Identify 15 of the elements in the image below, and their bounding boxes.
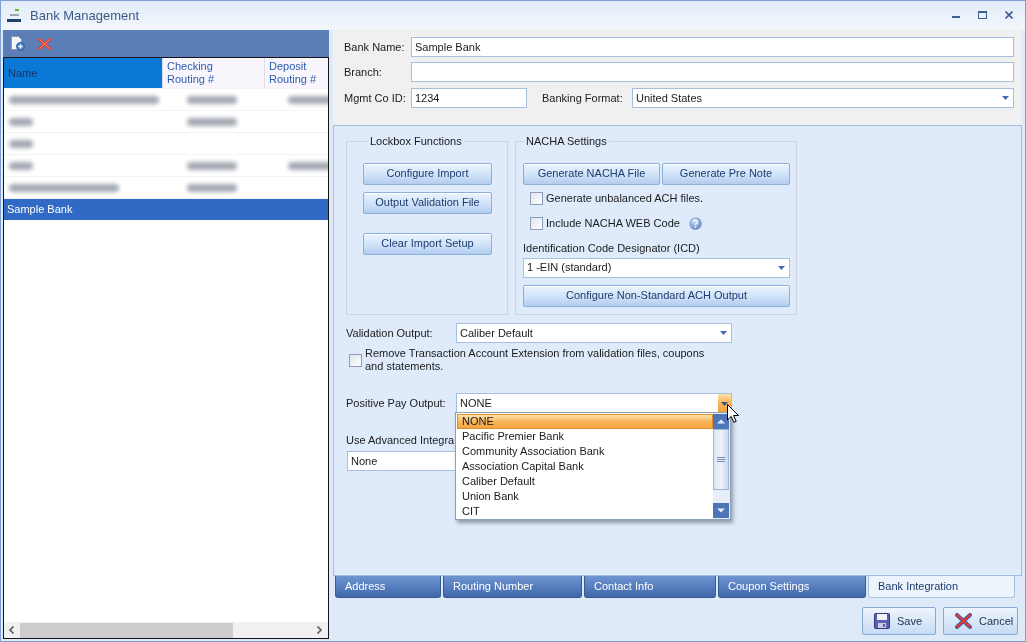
- group-title: Lockbox Functions: [369, 134, 463, 149]
- field-label: Banking Format:: [542, 90, 624, 106]
- field-label: Use Advanced Integra: [346, 433, 455, 447]
- field-label: Bank Name:: [344, 39, 406, 55]
- field-label: Positive Pay Output:: [346, 395, 447, 411]
- window-title: Bank Management: [30, 6, 140, 25]
- checkbox-label: Generate unbalanced ACH files.: [546, 191, 704, 207]
- field-label: Validation Output:: [346, 325, 434, 341]
- table-cell-text: Sample Bank: [6, 202, 74, 218]
- group-title: NACHA Settings: [525, 134, 608, 149]
- checkbox-label: Include NACHA WEB Code: [546, 216, 680, 232]
- field-label: Identification Code Designator (ICD): [523, 240, 700, 255]
- field-label: Branch:: [344, 64, 383, 80]
- field-label: Mgmt Co ID:: [344, 90, 407, 106]
- checkbox-label: Remove Transaction Account Extension from validation files, coupons and statements.: [365, 347, 706, 373]
